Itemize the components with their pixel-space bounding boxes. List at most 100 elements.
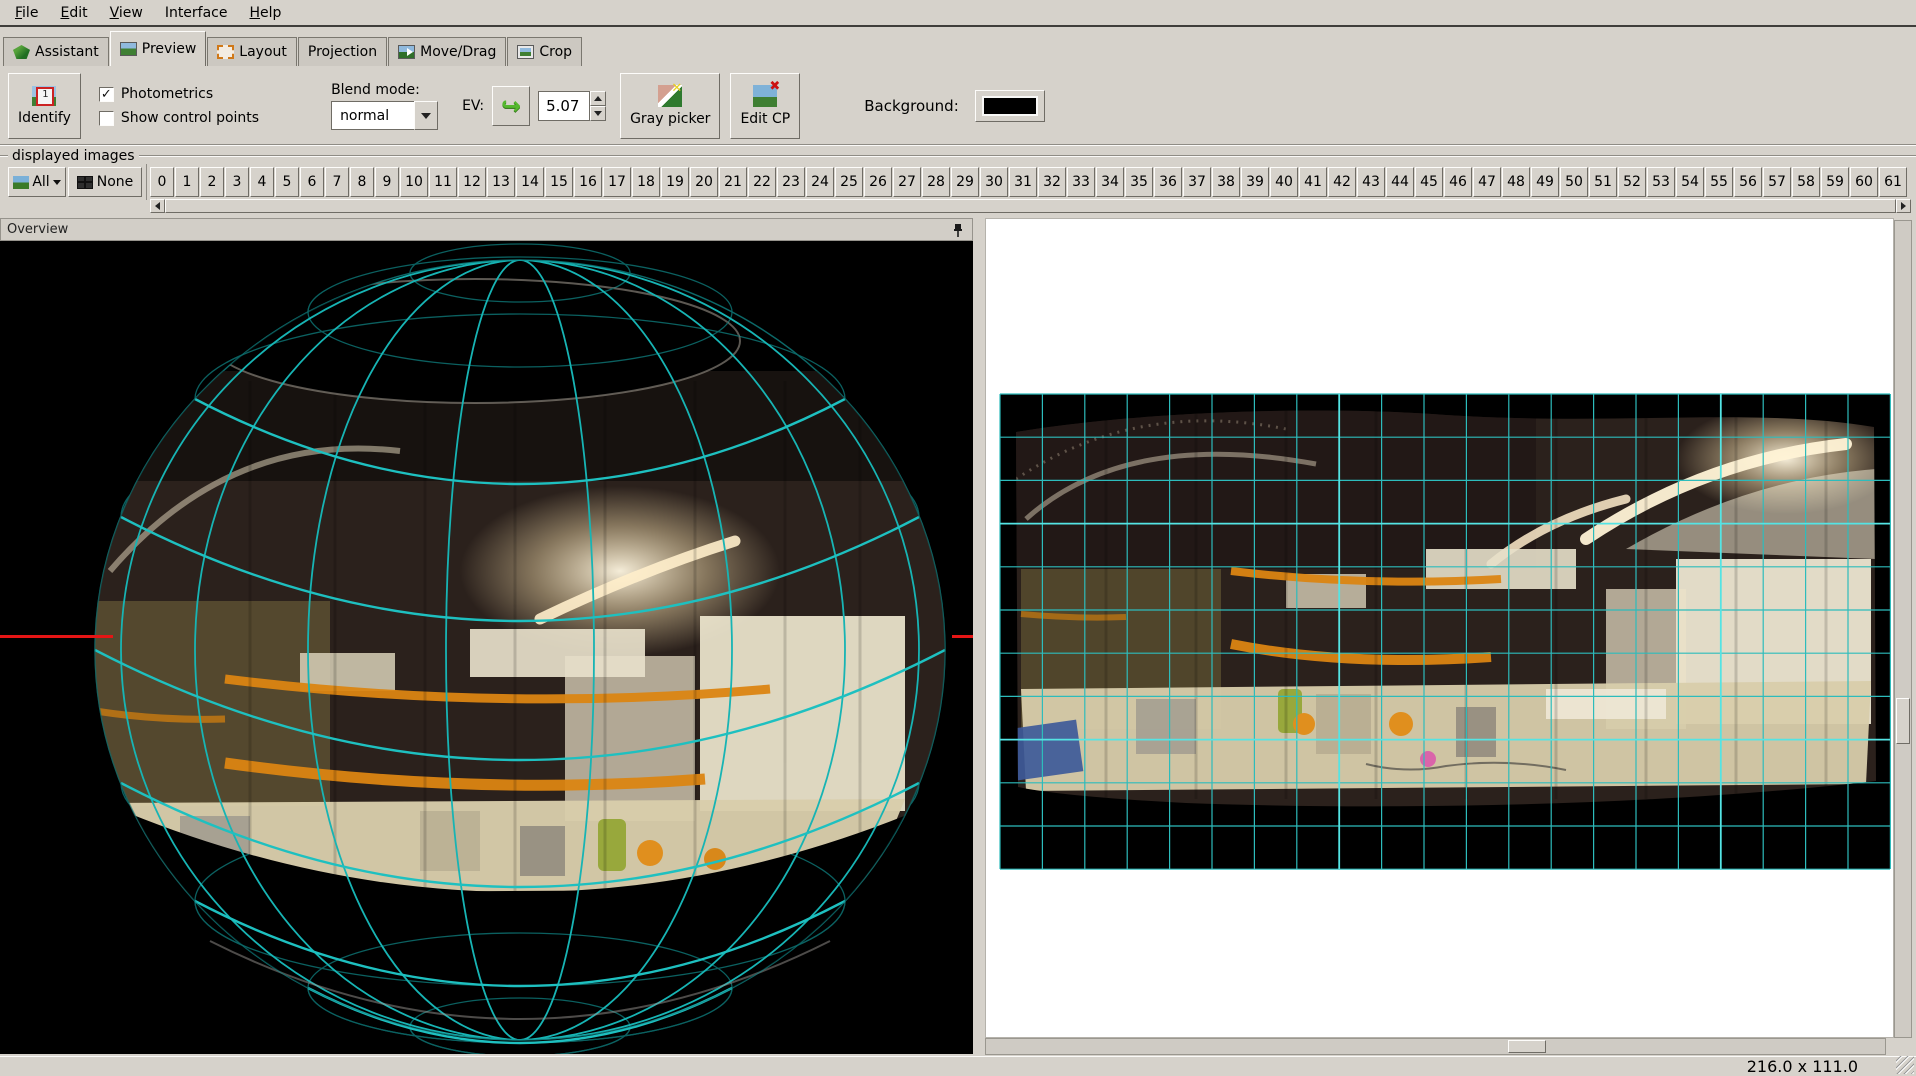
image-toggle-button-42[interactable]: 42 [1328,167,1356,197]
image-toggle-button-7[interactable]: 7 [325,167,349,197]
image-toggle-button-17[interactable]: 17 [603,167,631,197]
image-toggle-button-58[interactable]: 58 [1792,167,1820,197]
image-toggle-button-49[interactable]: 49 [1531,167,1559,197]
image-toggle-button-32[interactable]: 32 [1038,167,1066,197]
image-toggle-button-36[interactable]: 36 [1154,167,1182,197]
image-toggle-button-30[interactable]: 30 [980,167,1008,197]
show-control-points-checkbox[interactable]: Show control points [99,110,259,126]
scroll-left-button[interactable] [150,199,165,213]
image-toggle-button-16[interactable]: 16 [574,167,602,197]
image-toggle-button-22[interactable]: 22 [748,167,776,197]
image-toggle-button-50[interactable]: 50 [1560,167,1588,197]
menu-item-edit[interactable]: Edit [49,2,98,24]
preview-vertical-scrollbar[interactable] [1894,220,1912,1038]
image-toggle-button-6[interactable]: 6 [300,167,324,197]
image-toggle-button-19[interactable]: 19 [661,167,689,197]
image-toggle-button-48[interactable]: 48 [1502,167,1530,197]
image-toggle-button-61[interactable]: 61 [1879,167,1907,197]
image-toggle-button-38[interactable]: 38 [1212,167,1240,197]
image-toggle-button-34[interactable]: 34 [1096,167,1124,197]
image-toggle-button-10[interactable]: 10 [400,167,428,197]
image-toggle-button-20[interactable]: 20 [690,167,718,197]
tab-assistant[interactable]: Assistant [3,37,109,66]
pin-icon[interactable] [952,223,964,238]
ev-reset-button[interactable]: ↪ [492,86,530,126]
image-toggle-button-43[interactable]: 43 [1357,167,1385,197]
image-toggle-button-28[interactable]: 28 [922,167,950,197]
image-toggle-button-55[interactable]: 55 [1705,167,1733,197]
image-toggle-button-41[interactable]: 41 [1299,167,1327,197]
tab-projection[interactable]: Projection [298,37,387,66]
image-toggle-button-44[interactable]: 44 [1386,167,1414,197]
image-toggle-button-3[interactable]: 3 [225,167,249,197]
panel-splitter[interactable] [973,218,985,1056]
image-toggle-button-4[interactable]: 4 [250,167,274,197]
image-toggle-button-1[interactable]: 1 [175,167,199,197]
image-toggle-button-14[interactable]: 14 [516,167,544,197]
image-toggle-button-57[interactable]: 57 [1763,167,1791,197]
image-toggle-button-24[interactable]: 24 [806,167,834,197]
identify-button[interactable]: Identify [8,73,81,139]
image-toggle-button-46[interactable]: 46 [1444,167,1472,197]
tab-preview[interactable]: Preview [110,31,207,66]
image-toggle-button-26[interactable]: 26 [864,167,892,197]
image-toggle-button-9[interactable]: 9 [375,167,399,197]
tab-move-drag[interactable]: Move/Drag [388,37,506,66]
overview-sphere-canvas[interactable] [0,241,973,1054]
image-toggle-button-51[interactable]: 51 [1589,167,1617,197]
photometrics-checkbox-box[interactable]: ✓ [99,87,114,102]
image-toggle-button-60[interactable]: 60 [1850,167,1878,197]
image-toggle-button-18[interactable]: 18 [632,167,660,197]
image-toggle-button-11[interactable]: 11 [429,167,457,197]
blend-mode-select[interactable]: normal [331,101,438,130]
image-toggle-button-0[interactable]: 0 [150,167,174,197]
image-toggle-button-27[interactable]: 27 [893,167,921,197]
image-toggle-button-25[interactable]: 25 [835,167,863,197]
image-toggle-button-47[interactable]: 47 [1473,167,1501,197]
resize-grip[interactable] [1896,1056,1914,1074]
image-toggle-button-52[interactable]: 52 [1618,167,1646,197]
scroll-right-button[interactable] [1896,199,1911,213]
show-all-images-button[interactable]: All [8,167,66,197]
image-toggle-button-13[interactable]: 13 [487,167,515,197]
image-toggle-button-21[interactable]: 21 [719,167,747,197]
tab-crop[interactable]: Crop [507,37,582,66]
image-toggle-button-53[interactable]: 53 [1647,167,1675,197]
tab-layout[interactable]: Layout [207,37,297,66]
menu-item-file[interactable]: File [4,2,49,24]
image-toggle-button-54[interactable]: 54 [1676,167,1704,197]
image-toggle-button-5[interactable]: 5 [275,167,299,197]
image-toggle-button-2[interactable]: 2 [200,167,224,197]
gray-picker-button[interactable]: Gray picker [620,73,720,139]
scrollbar-thumb[interactable] [1896,698,1910,744]
image-toggle-button-12[interactable]: 12 [458,167,486,197]
image-toggle-button-31[interactable]: 31 [1009,167,1037,197]
panorama-preview-canvas[interactable] [985,218,1894,1038]
ev-spin-down-button[interactable] [590,106,606,121]
ev-spin-up-button[interactable] [590,91,606,106]
image-toggle-button-39[interactable]: 39 [1241,167,1269,197]
menu-item-interface[interactable]: Interface [154,2,239,24]
image-toggle-button-59[interactable]: 59 [1821,167,1849,197]
image-toggle-button-29[interactable]: 29 [951,167,979,197]
image-toggle-button-23[interactable]: 23 [777,167,805,197]
preview-horizontal-scrollbar[interactable] [985,1038,1886,1055]
image-toggle-button-35[interactable]: 35 [1125,167,1153,197]
image-toggle-button-33[interactable]: 33 [1067,167,1095,197]
show-control-points-checkbox-box[interactable] [99,111,114,126]
image-toggle-button-15[interactable]: 15 [545,167,573,197]
show-no-images-button[interactable]: None [68,167,142,197]
scrollbar-thumb[interactable] [1508,1040,1546,1053]
scrollbar-thumb[interactable] [165,199,1896,213]
image-toggle-button-8[interactable]: 8 [350,167,374,197]
image-toggle-button-40[interactable]: 40 [1270,167,1298,197]
menu-item-help[interactable]: Help [239,2,293,24]
blend-mode-dropdown-button[interactable] [414,101,438,130]
ev-value-field[interactable]: 5.07 [538,91,590,121]
image-toggle-button-45[interactable]: 45 [1415,167,1443,197]
background-color-button[interactable] [975,90,1045,122]
image-strip-scrollbar[interactable] [150,199,1911,213]
image-toggle-button-37[interactable]: 37 [1183,167,1211,197]
photometrics-checkbox[interactable]: ✓ Photometrics [99,86,259,102]
edit-cp-button[interactable]: Edit CP [730,73,800,139]
